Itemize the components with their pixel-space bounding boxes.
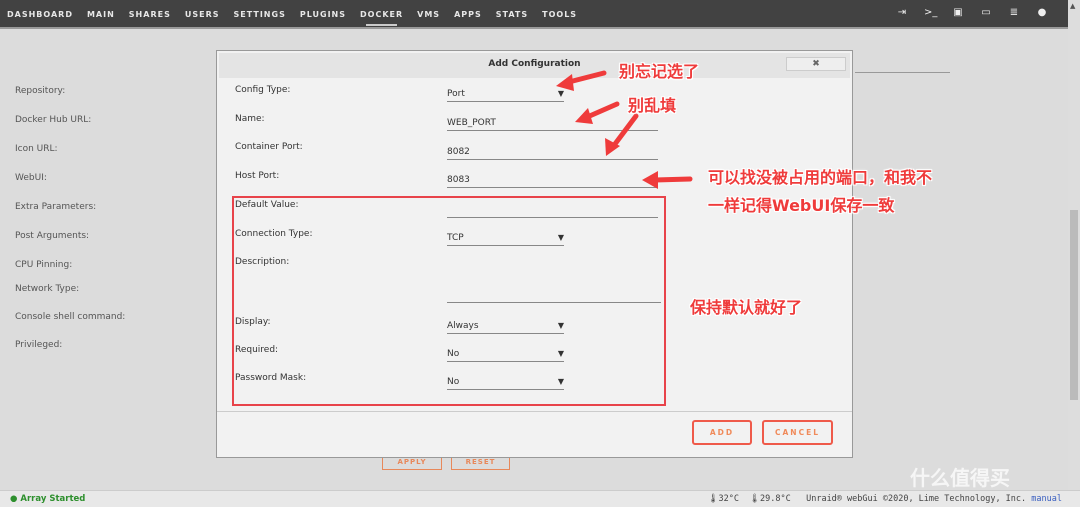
copyright: Unraid® webGui ©2020, Lime Technology, I… — [806, 494, 1027, 504]
status-footer: ● Array Started 🌡32°C 🌡29.8°C Unraid® we… — [0, 490, 1080, 507]
board-temp: 29.8°C — [760, 494, 791, 504]
annotation-arrows — [556, 70, 693, 189]
watermark: 什么值得买 — [910, 466, 1010, 490]
array-status: ● Array Started — [10, 494, 86, 504]
cpu-temp: 32°C — [718, 494, 739, 504]
array-status-text: Array Started — [20, 494, 86, 504]
annotation-arrow — [652, 176, 693, 183]
annotation-text: 一样记得WebUI保存一致 — [708, 196, 895, 215]
footer-info: 🌡32°C 🌡29.8°C Unraid® webGui ©2020, Lime… — [707, 494, 1062, 504]
manual-link[interactable]: manual — [1031, 494, 1062, 504]
annotation-text: 保持默认就好了 — [690, 298, 803, 317]
annotation-arrow — [609, 113, 639, 151]
annotation-text: 可以找没被占用的端口，和我不 — [708, 168, 933, 187]
annotation-text: 别乱填 — [628, 96, 677, 115]
annotation-text: 别忘记选了 — [619, 62, 700, 81]
